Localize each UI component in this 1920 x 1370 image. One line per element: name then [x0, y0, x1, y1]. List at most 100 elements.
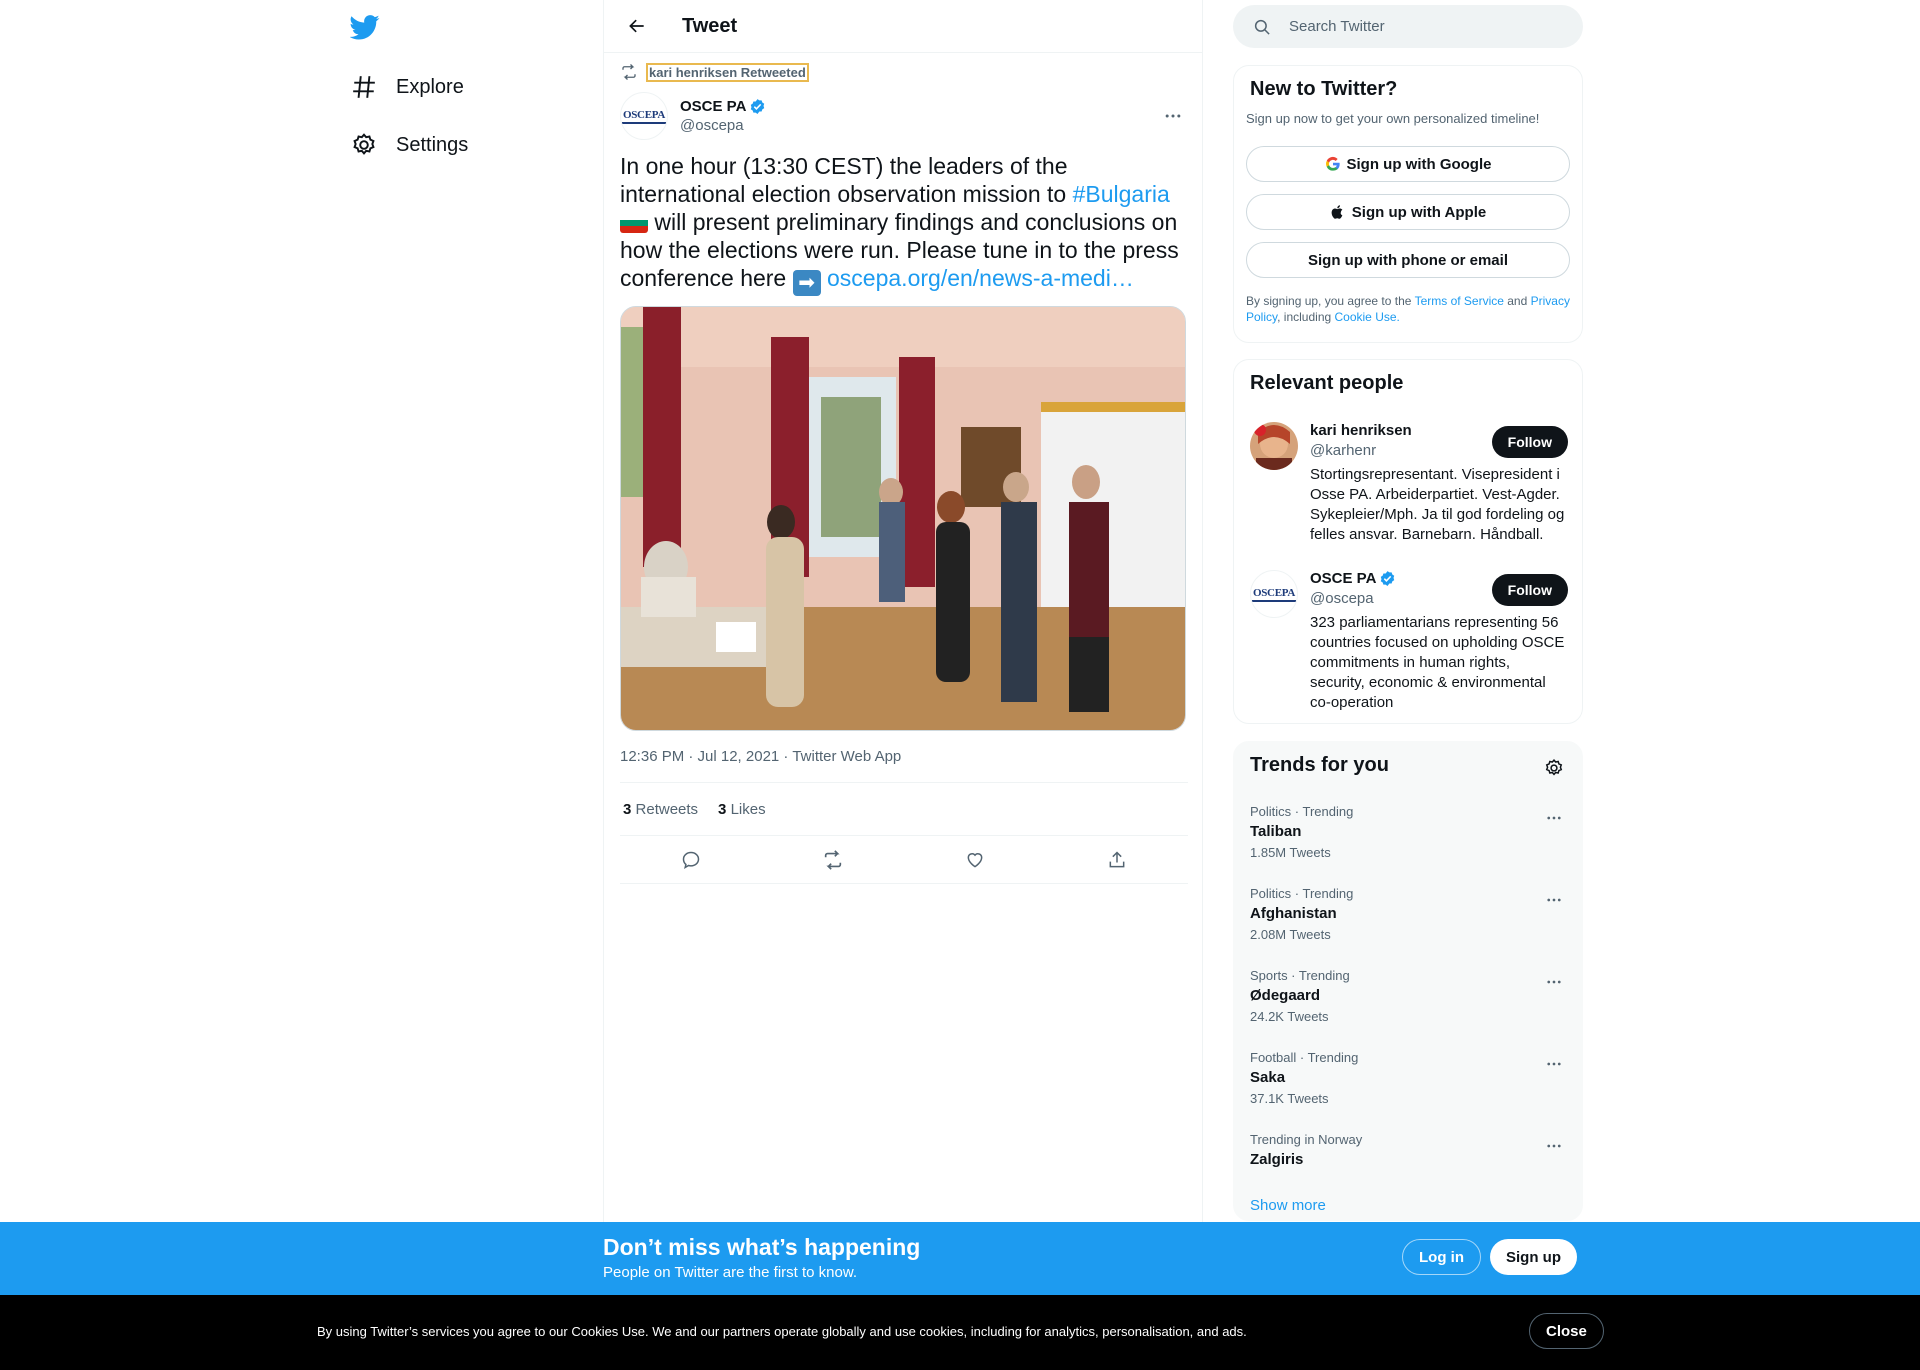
- polling-station-photo: [621, 307, 1185, 730]
- trends-settings-button[interactable]: [1542, 756, 1566, 780]
- banner-title: Don’t miss what’s happening: [603, 1234, 921, 1260]
- twitter-logo-icon[interactable]: [349, 12, 380, 42]
- google-icon: [1325, 156, 1341, 172]
- author-name[interactable]: OSCE PA: [680, 98, 766, 115]
- more-dots-icon: [1547, 816, 1561, 820]
- signup-legal: By signing up, you agree to the Terms of…: [1246, 294, 1570, 324]
- trend-category: Football · Trending: [1250, 1050, 1359, 1065]
- signup-button[interactable]: Sign up: [1490, 1239, 1577, 1275]
- trend-count: 37.1K Tweets: [1250, 1091, 1329, 1106]
- nav-explore-label: Explore: [396, 75, 464, 98]
- tweet-author: OSCEPA OSCE PA @oscepa: [620, 92, 1188, 140]
- signup-google-button[interactable]: Sign up with Google: [1246, 146, 1570, 182]
- tweet-photo[interactable]: [620, 306, 1186, 731]
- cookie-text: By using Twitter’s services you agree to…: [317, 1324, 1247, 1339]
- likes-stat[interactable]: 3 Likes: [718, 801, 766, 818]
- more-dots-icon: [1547, 898, 1561, 902]
- tweet-timestamp[interactable]: 12:36 PM · Jul 12, 2021 · Twitter Web Ap…: [620, 748, 901, 765]
- relevant-people-title: Relevant people: [1250, 372, 1404, 394]
- hashtag-icon: [340, 63, 388, 111]
- person-bio: Stortingsrepresentant. Visepresident i O…: [1310, 466, 1565, 543]
- signup-banner: Don’t miss what’s happening People on Tw…: [0, 1222, 1920, 1295]
- signup-phone-email-button[interactable]: Sign up with phone or email: [1246, 242, 1570, 278]
- trend-count: 24.2K Tweets: [1250, 1009, 1329, 1024]
- terms-link[interactable]: Terms of Service: [1415, 294, 1504, 308]
- search-placeholder: Search Twitter: [1289, 18, 1385, 35]
- trend-category: Trending in Norway: [1250, 1132, 1363, 1147]
- trend-name: Afghanistan: [1250, 905, 1337, 922]
- more-dots-icon: [1165, 114, 1181, 118]
- trend-item[interactable]: Politics · Trending Taliban 1.85M Tweets: [1250, 804, 1568, 860]
- nav-settings[interactable]: Settings: [340, 121, 468, 169]
- tweet-stats: 3 Retweets 3 Likes: [620, 782, 1188, 836]
- login-button[interactable]: Log in: [1402, 1239, 1481, 1275]
- author-avatar[interactable]: OSCEPA: [620, 92, 668, 140]
- tweet-column: Tweet kari henriksen Retweeted OSCEPA OS…: [603, 0, 1203, 1370]
- retweet-context: kari henriksen Retweeted: [620, 62, 809, 82]
- person-bio: 323 parliamentarians representing 56 cou…: [1310, 614, 1565, 711]
- more-dots-icon: [1547, 1062, 1561, 1066]
- osce-logo-icon: OSCEPA: [622, 109, 666, 124]
- trend-more-button[interactable]: [1540, 804, 1568, 832]
- nav-settings-label: Settings: [396, 133, 469, 156]
- tweet-text: In one hour (13:30 CEST) the leaders of …: [620, 153, 1179, 296]
- nav-explore[interactable]: Explore: [340, 63, 464, 111]
- retweet-icon: [622, 64, 636, 80]
- follow-button[interactable]: Follow: [1491, 574, 1568, 606]
- share-button[interactable]: [1099, 842, 1135, 878]
- signup-apple-button[interactable]: Sign up with Apple: [1246, 194, 1570, 230]
- trend-more-button[interactable]: [1540, 1050, 1568, 1078]
- signup-title: New to Twitter?: [1250, 78, 1398, 100]
- tweet-actions: [620, 836, 1188, 884]
- trend-item[interactable]: Trending in Norway Zalgiris: [1250, 1132, 1568, 1168]
- trends-panel: Trends for you Politics · Trending Talib…: [1233, 741, 1583, 1221]
- page-title: Tweet: [682, 14, 738, 37]
- verified-badge-icon: [751, 99, 765, 114]
- reply-button[interactable]: [673, 842, 709, 878]
- back-arrow-icon: [629, 19, 644, 33]
- more-dots-icon: [1547, 980, 1561, 984]
- retweets-stat[interactable]: 3 Retweets: [623, 801, 698, 818]
- share-icon: [1109, 850, 1125, 867]
- apple-icon: [1330, 204, 1346, 220]
- heart-icon: [967, 852, 983, 868]
- back-button[interactable]: [620, 9, 654, 43]
- retweet-icon: [824, 849, 842, 870]
- verified-badge-icon: [1381, 571, 1395, 586]
- trend-name: Taliban: [1250, 823, 1302, 840]
- trend-item[interactable]: Sports · Trending Ødegaard 24.2K Tweets: [1250, 968, 1568, 1024]
- tweet-header: Tweet: [604, 0, 1202, 53]
- retweeted-by-link[interactable]: kari henriksen Retweeted: [646, 62, 809, 82]
- author-handle[interactable]: @oscepa: [680, 117, 766, 134]
- trend-more-button[interactable]: [1540, 1132, 1568, 1160]
- cookie-banner: By using Twitter’s services you agree to…: [0, 1295, 1920, 1370]
- trend-category: Politics · Trending: [1250, 804, 1354, 819]
- cookie-close-button[interactable]: Close: [1529, 1313, 1604, 1349]
- cookie-link[interactable]: Cookie Use.: [1335, 310, 1400, 324]
- tweet-more-button[interactable]: [1158, 101, 1188, 131]
- trend-more-button[interactable]: [1540, 886, 1568, 914]
- gear-icon: [340, 121, 388, 169]
- right-arrow-icon: ➡: [792, 270, 821, 296]
- trend-category: Sports · Trending: [1250, 968, 1350, 983]
- like-button[interactable]: [957, 842, 993, 878]
- hashtag-link[interactable]: #Bulgaria: [1073, 181, 1170, 207]
- trend-count: 2.08M Tweets: [1250, 927, 1331, 942]
- trend-item[interactable]: Politics · Trending Afghanistan 2.08M Tw…: [1250, 886, 1568, 942]
- retweet-button[interactable]: [815, 842, 851, 878]
- trend-more-button[interactable]: [1540, 968, 1568, 996]
- more-dots-icon: [1547, 1144, 1561, 1148]
- follow-button[interactable]: Follow: [1491, 426, 1568, 458]
- trends-title: Trends for you: [1250, 754, 1389, 776]
- person-avatar[interactable]: OSCEPA: [1250, 570, 1298, 618]
- show-more-link[interactable]: Show more: [1250, 1197, 1326, 1214]
- trend-category: Politics · Trending: [1250, 886, 1354, 901]
- gear-icon: [1545, 758, 1563, 776]
- tweet-link[interactable]: oscepa.org/en/news-a-medi…: [827, 265, 1134, 291]
- trend-item[interactable]: Football · Trending Saka 37.1K Tweets: [1250, 1050, 1568, 1106]
- search-input[interactable]: Search Twitter: [1233, 5, 1583, 48]
- person-avatar[interactable]: [1250, 422, 1298, 470]
- osce-logo-icon: OSCEPA: [1252, 587, 1296, 602]
- trend-name: Ødegaard: [1250, 987, 1321, 1004]
- relevant-people-panel: Relevant people kari henriksen @karhenr …: [1233, 359, 1583, 724]
